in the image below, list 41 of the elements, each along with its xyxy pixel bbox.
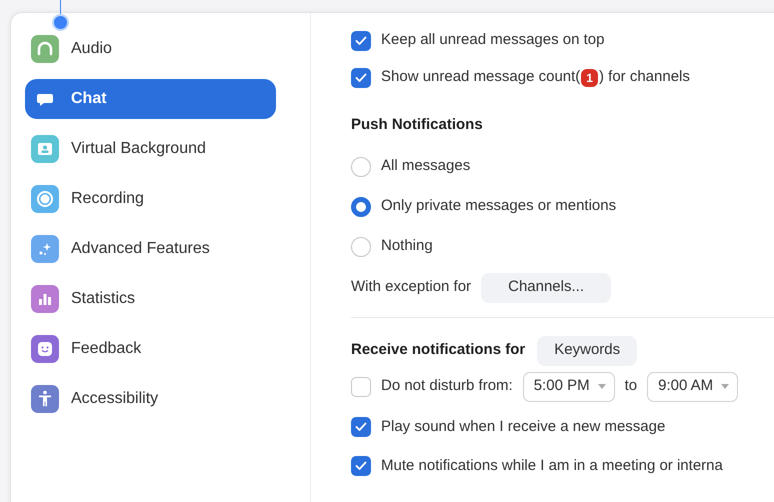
- sidebar-item[interactable]: Advanced Features: [25, 229, 276, 269]
- channels-button[interactable]: Channels...: [481, 272, 612, 302]
- time-dropdown[interactable]: 9:00 AM: [647, 372, 738, 402]
- option-label: Do not disturb from:: [381, 376, 513, 396]
- checkbox[interactable]: [351, 456, 371, 476]
- sidebar-item[interactable]: Virtual Background: [25, 129, 276, 169]
- checkmark-icon: [355, 72, 367, 82]
- checkbox[interactable]: [351, 417, 371, 437]
- checkmark-icon: [355, 36, 367, 46]
- to-label: to: [624, 376, 638, 396]
- sidebar-item[interactable]: Recording: [25, 179, 276, 219]
- option-label: Play sound when I receive a new message: [381, 416, 666, 437]
- checkmark-icon: [355, 461, 367, 471]
- radio-button[interactable]: [351, 196, 371, 216]
- sidebar-item[interactable]: Feedback: [25, 329, 276, 369]
- option-label: Mute notifications while I am in a meeting or interna: [381, 456, 723, 476]
- radio-button[interactable]: [351, 236, 371, 256]
- exception-label: With exception for: [351, 277, 472, 298]
- radio-button[interactable]: [351, 156, 371, 176]
- sidebar-item[interactable]: Audio: [25, 29, 276, 69]
- pointer-marker: [52, 0, 69, 31]
- time-dropdown[interactable]: 5:00 PM: [522, 372, 615, 402]
- checkmark-icon: [355, 422, 367, 432]
- option-label: ) for channels: [598, 67, 690, 88]
- unread-count-badge: 1: [581, 68, 598, 86]
- option-label: Only private messages or mentions: [381, 196, 616, 216]
- option-label: Keep all unread messages on top: [381, 30, 604, 50]
- checkbox[interactable]: [351, 68, 371, 88]
- checkbox[interactable]: [351, 30, 371, 50]
- option-label: All messages: [381, 156, 470, 176]
- sidebar-item[interactable]: Chat: [25, 79, 276, 119]
- sidebar-item[interactable]: Accessibility: [25, 379, 276, 419]
- dropdown-caret-icon: [721, 384, 730, 389]
- checkbox[interactable]: [351, 376, 371, 396]
- sidebar-item[interactable]: Statistics: [25, 279, 276, 319]
- keywords-button[interactable]: Keywords: [537, 336, 638, 366]
- section-heading: Push Notifications: [351, 115, 484, 135]
- option-label: Show unread message count(: [381, 67, 580, 88]
- section-heading: Receive notifications for: [351, 340, 526, 360]
- dropdown-caret-icon: [598, 384, 606, 389]
- option-label: Nothing: [381, 236, 433, 256]
